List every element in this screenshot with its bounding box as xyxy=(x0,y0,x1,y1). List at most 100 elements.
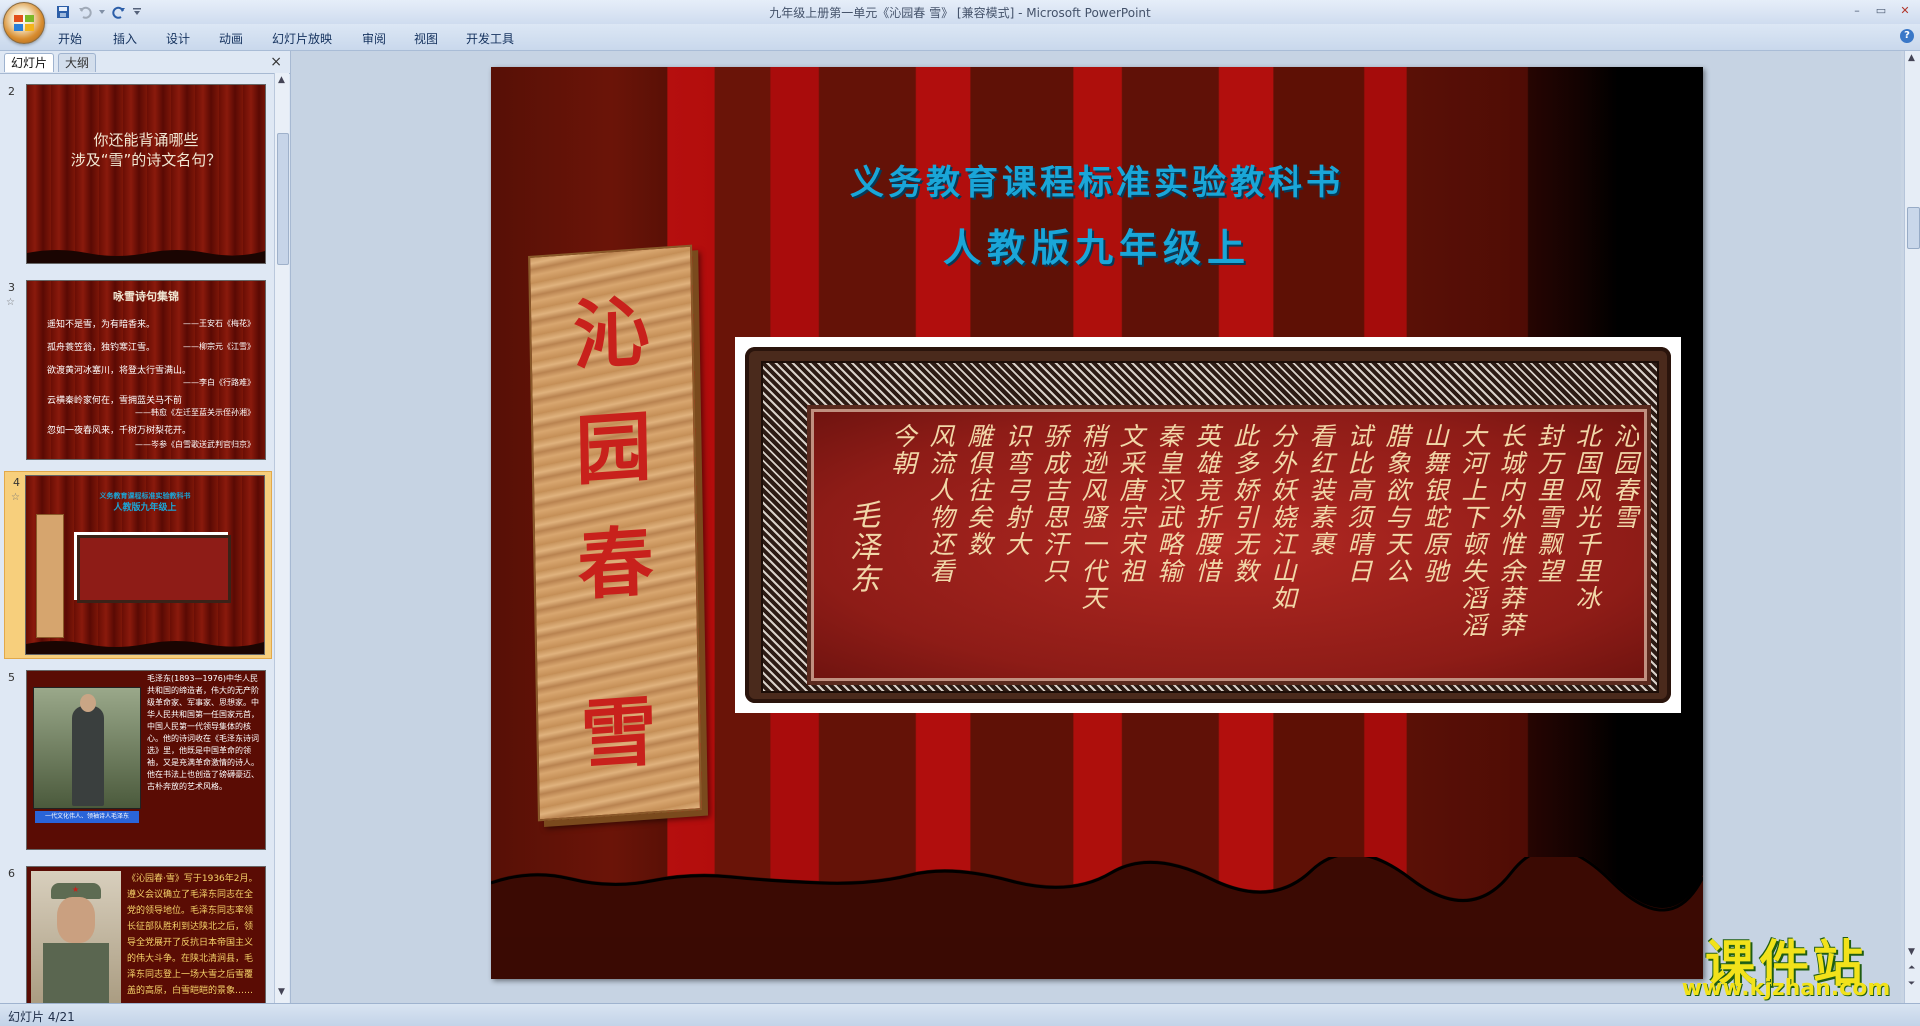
plaque-char: 沁 xyxy=(572,286,651,381)
slide-thumbnail[interactable]: 义务教育课程标准实验教科书 人教版九年级上 xyxy=(25,475,265,655)
watermark-logo: 课件站 www.kjzhan.com xyxy=(1668,924,1904,1004)
curtain-bottom-icon xyxy=(27,250,265,263)
tab-design[interactable]: 设计 xyxy=(166,30,190,47)
tab-developer[interactable]: 开发工具 xyxy=(466,30,514,47)
calligraphy-column: 风流人物还看 xyxy=(926,423,955,585)
frame-fretwork: 沁园春雪 北国风光千里冰 封万里雪飘望 长城内外惟余莽莽 大河上下顿失滔滔 山舞… xyxy=(761,361,1659,693)
thumbnail-plaque xyxy=(36,514,64,638)
tab-home[interactable]: 开始 xyxy=(58,30,82,47)
slide-editor: 义务教育课程标准实验教科书 人教版九年级上 沁 园 春 雪 沁园春雪 北国风光千… xyxy=(291,51,1901,1003)
scroll-up-icon[interactable]: ▲ xyxy=(1908,53,1915,63)
slide-number: 4 xyxy=(13,476,20,489)
poem-line: 欲渡黄河冰塞川，将登太行雪满山。 xyxy=(47,366,192,376)
curtain-hem-icon xyxy=(491,857,1703,937)
poem-line: 孤舟蓑笠翁，独钓寒江雪。 xyxy=(47,343,156,353)
calligraphy-column: 封万里雪飘望 xyxy=(1534,423,1563,585)
calligraphy-column: 文采唐宗宋祖 xyxy=(1116,423,1145,585)
slide-number: 6 xyxy=(8,867,15,880)
window-controls: – ▭ ✕ xyxy=(1846,2,1916,18)
office-button[interactable] xyxy=(3,2,45,44)
calligraphy-column: 沁园春雪 xyxy=(1610,423,1639,531)
thumbnail-text: 你还能背诵哪些 xyxy=(93,131,199,149)
calligraphy-column: 北国风光千里冰 xyxy=(1572,423,1601,612)
close-icon[interactable]: ✕ xyxy=(1894,2,1916,18)
poem-source: ——岑参《白雪歌送武判官归京》 xyxy=(135,440,255,449)
maximize-icon[interactable]: ▭ xyxy=(1870,2,1892,18)
calligraphy-column: 稍逊风骚一代天 xyxy=(1078,423,1107,612)
calligraphy-signature: 毛泽东 xyxy=(844,499,879,595)
tab-view[interactable]: 视图 xyxy=(414,30,438,47)
slide-thumbnail-row[interactable]: 6 ★ 《沁园春·雪》写于1936年2月。遵义会议确立了毛泽东同志在全党的领导地… xyxy=(0,863,272,1003)
slide-indicator: 幻灯片 4/21 xyxy=(8,1010,75,1024)
slides-pane: 幻灯片 大纲 × 2 你还能背诵哪些 涉及“雪”的诗文名句？ 3 ☆ 咏雪诗句集… xyxy=(0,51,291,1003)
slide-number: 5 xyxy=(8,671,15,684)
portrait-image: ★ xyxy=(31,871,121,1003)
calligraphy-column: 英雄竞折腰惜 xyxy=(1192,423,1221,585)
poem-source: ——韩愈《左迁至蓝关示侄孙湘》 xyxy=(135,408,255,417)
tab-animations[interactable]: 动画 xyxy=(219,30,243,47)
slide-thumbnail-row[interactable]: 3 ☆ 咏雪诗句集锦 遥知不是雪，为有暗香来。 ——王安石《梅花》 孤舟蓑笠翁，… xyxy=(0,277,272,463)
editor-scrollbar[interactable]: ▲ ▼ ⏶ ⏷ xyxy=(1904,51,1920,1003)
tab-slides[interactable]: 幻灯片 xyxy=(4,53,55,72)
watermark-url: www.kjzhan.com xyxy=(1681,976,1891,1001)
calligraphy-column: 秦皇汉武略输 xyxy=(1154,423,1183,585)
tab-slideshow[interactable]: 幻灯片放映 xyxy=(272,30,332,47)
thumbnail-scrollbar[interactable]: ▲ ▼ xyxy=(274,73,289,1003)
poem-line: 忽如一夜春风来，千树万树梨花开。 xyxy=(47,426,192,436)
poem-source: ——王安石《梅花》 xyxy=(183,319,255,328)
previous-slide-icon[interactable]: ⏶ xyxy=(1908,963,1915,973)
slide-thumbnail[interactable]: 咏雪诗句集锦 遥知不是雪，为有暗香来。 ——王安石《梅花》 孤舟蓑笠翁，独钓寒江… xyxy=(26,280,266,460)
calligraphy-column: 雕俱往矣数 xyxy=(964,423,993,558)
slide-thumbnail-row-selected[interactable]: 4 ☆ 义务教育课程标准实验教科书 人教版九年级上 xyxy=(4,471,272,659)
poem-source: ——柳宗元《江雪》 xyxy=(183,342,255,351)
scroll-down-icon[interactable]: ▼ xyxy=(1908,947,1915,957)
slide-canvas[interactable]: 义务教育课程标准实验教科书 人教版九年级上 沁 园 春 雪 沁园春雪 北国风光千… xyxy=(491,67,1703,979)
slide-thumbnail-row[interactable]: 5 一代文化伟人、领袖诗人毛泽东 毛泽东(1893—1976)中华人民共和国的缔… xyxy=(0,667,272,853)
pane-close-icon[interactable]: × xyxy=(270,54,282,70)
wood-plaque-image[interactable]: 沁 园 春 雪 xyxy=(528,244,702,822)
thumbnail-list: 2 你还能背诵哪些 涉及“雪”的诗文名句？ 3 ☆ 咏雪诗句集锦 遥知不是雪，为… xyxy=(0,73,272,1003)
portrait-caption: 一代文化伟人、领袖诗人毛泽东 xyxy=(35,811,139,823)
pane-tabs: 幻灯片 大纲 × xyxy=(0,51,290,74)
scrollbar-thumb[interactable] xyxy=(277,133,289,265)
slide-thumbnail[interactable]: 你还能背诵哪些 涉及“雪”的诗文名句？ xyxy=(26,84,266,264)
thumbnail-body-text: 毛泽东(1893—1976)中华人民共和国的缔造者，伟大的无产阶级革命家、军事家… xyxy=(147,674,259,791)
plaque-char: 雪 xyxy=(579,686,658,781)
slide-thumbnail[interactable]: ★ 《沁园春·雪》写于1936年2月。遵义会议确立了毛泽东同志在全党的领导地位。… xyxy=(26,866,266,1003)
curtain-bottom-icon xyxy=(26,641,264,654)
calligraphy-column: 长城内外惟余莽莽 xyxy=(1496,423,1525,639)
calligraphy-column: 此多娇引无数 xyxy=(1230,423,1259,585)
calligraphy-column: 山舞银蛇原驰 xyxy=(1420,423,1449,585)
thumbnail-text: 涉及“雪”的诗文名句？ xyxy=(70,151,222,169)
calligraphy-column: 识弯弓射大 xyxy=(1002,423,1031,558)
title-bar: 九年级上册第一单元《沁园春 雪》 [兼容模式] - Microsoft Powe… xyxy=(0,0,1920,44)
calligraphy-panel: 沁园春雪 北国风光千里冰 封万里雪飘望 长城内外惟余莽莽 大河上下顿失滔滔 山舞… xyxy=(807,405,1651,685)
tab-review[interactable]: 审阅 xyxy=(362,30,386,47)
calligraphy-column: 大河上下顿失滔滔 xyxy=(1458,423,1487,639)
calligraphy-image[interactable]: 沁园春雪 北国风光千里冰 封万里雪飘望 长城内外惟余莽莽 大河上下顿失滔滔 山舞… xyxy=(735,337,1681,713)
poem-line: 云横秦岭家何在，雪拥蓝关马不前 xyxy=(47,396,183,406)
scroll-up-icon[interactable]: ▲ xyxy=(278,75,285,85)
plaque-char: 春 xyxy=(576,516,655,611)
thumbnail-title: 咏雪诗句集锦 xyxy=(113,290,179,303)
slide-thumbnail[interactable]: 一代文化伟人、领袖诗人毛泽东 毛泽东(1893—1976)中华人民共和国的缔造者… xyxy=(26,670,266,850)
tab-outline[interactable]: 大纲 xyxy=(58,53,97,72)
calligraphy-column: 试比高须晴日 xyxy=(1344,423,1373,585)
next-slide-icon[interactable]: ⏷ xyxy=(1908,979,1915,989)
scroll-down-icon[interactable]: ▼ xyxy=(278,987,285,997)
calligraphy-column: 腊象欲与天公 xyxy=(1382,423,1411,585)
slide-title[interactable]: 义务教育课程标准实验教科书 xyxy=(491,155,1703,204)
window-title: 九年级上册第一单元《沁园春 雪》 [兼容模式] - Microsoft Powe… xyxy=(769,6,1151,20)
calligraphy-column: 今朝 xyxy=(888,423,917,477)
portrait-image xyxy=(33,687,141,809)
scrollbar-thumb[interactable] xyxy=(1907,207,1920,249)
minimize-icon[interactable]: – xyxy=(1846,2,1868,18)
poem-line: 遥知不是雪，为有暗香来。 xyxy=(47,320,156,330)
calligraphy-column: 骄成吉思汗只 xyxy=(1040,423,1069,585)
slide-thumbnail-row[interactable]: 2 你还能背诵哪些 涉及“雪”的诗文名句？ xyxy=(0,81,272,267)
thumbnail-calligraphy xyxy=(74,532,231,603)
thumbnail-body-text: 《沁园春·雪》写于1936年2月。遵义会议确立了毛泽东同志在全党的领导地位。毛泽… xyxy=(127,874,258,996)
tab-insert[interactable]: 插入 xyxy=(113,30,137,47)
slide-number: 3 xyxy=(8,281,15,294)
help-icon[interactable]: ? xyxy=(1900,29,1914,43)
